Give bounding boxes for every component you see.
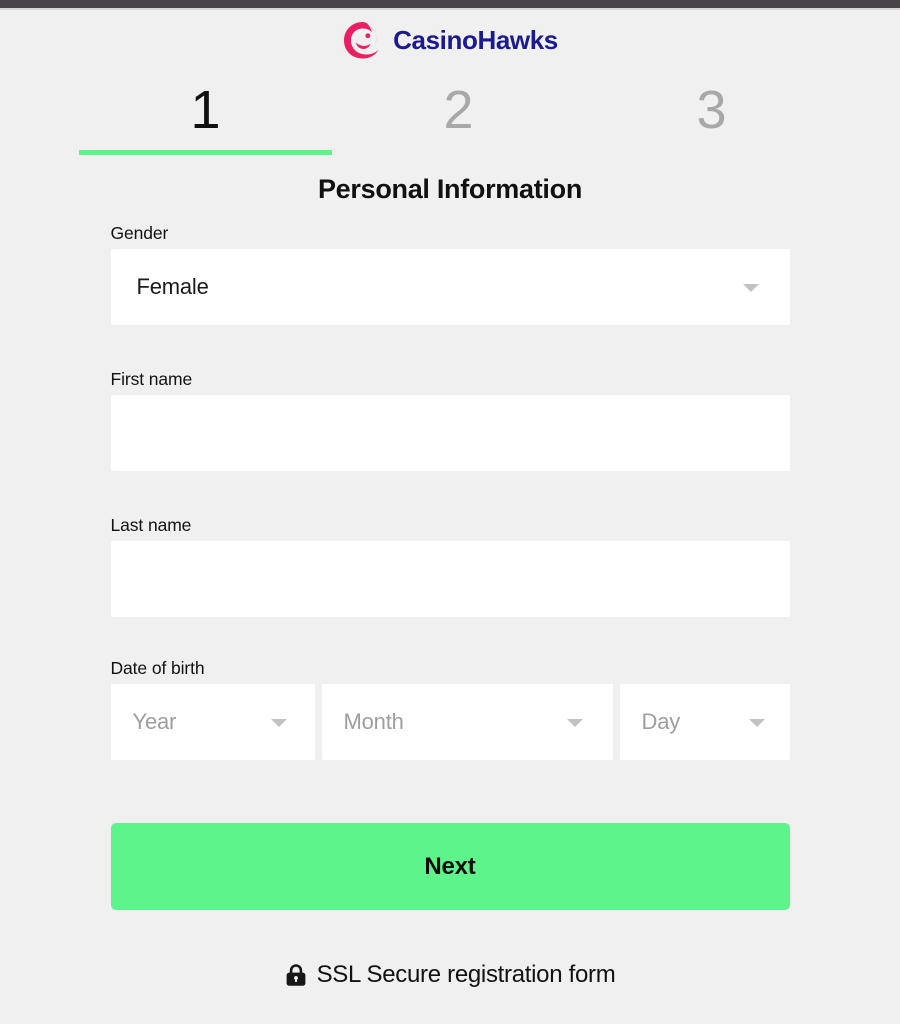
date-of-birth-field: Date of birth Year Month Day <box>110 657 790 760</box>
brand-header: CasinoHawks <box>0 10 900 66</box>
last-name-field: Last name <box>110 514 790 617</box>
next-button[interactable]: Next <box>110 823 790 910</box>
chevron-down-icon <box>270 719 287 727</box>
ssl-notice: SSL Secure registration form <box>0 963 900 987</box>
step-progress-fill <box>79 150 332 155</box>
gender-select[interactable]: Female <box>110 249 790 325</box>
first-name-label: First name <box>110 369 193 389</box>
ssl-text: SSL Secure registration form <box>316 961 616 988</box>
hawk-logo-icon <box>344 22 379 59</box>
step-progress-track <box>79 150 332 155</box>
brand-name: CasinoHawks <box>393 25 558 55</box>
step-3[interactable]: 3 <box>585 74 838 146</box>
gender-value: Female <box>136 274 209 299</box>
birth-month-placeholder: Month <box>343 709 404 734</box>
birth-year-placeholder: Year <box>132 709 177 734</box>
page-title: Personal Information <box>317 174 583 204</box>
gender-label: Gender <box>110 223 169 243</box>
gender-field: Gender Female <box>110 222 790 325</box>
first-name-input[interactable] <box>110 395 790 471</box>
birth-day-select[interactable]: Day <box>619 684 790 760</box>
chevron-down-icon <box>748 719 765 727</box>
chevron-down-icon <box>566 719 583 727</box>
registration-form: Gender Female First name Last name Date … <box>110 222 790 910</box>
date-of-birth-label: Date of birth <box>110 658 205 678</box>
lock-icon <box>286 964 305 986</box>
step-1[interactable]: 1 <box>79 74 332 146</box>
step-indicator: 1 2 3 <box>70 74 830 158</box>
browser-chrome-bar <box>0 0 900 8</box>
step-2[interactable]: 2 <box>332 74 585 146</box>
birth-month-select[interactable]: Month <box>321 684 613 760</box>
chevron-down-icon <box>742 284 759 292</box>
birth-day-placeholder: Day <box>641 709 681 734</box>
last-name-label: Last name <box>110 515 192 535</box>
registration-page: CasinoHawks 1 2 3 Personal Information G… <box>0 10 900 1024</box>
date-of-birth-row: Year Month Day <box>110 684 790 760</box>
last-name-input[interactable] <box>110 541 790 617</box>
first-name-field: First name <box>110 368 790 471</box>
birth-year-select[interactable]: Year <box>110 684 315 760</box>
